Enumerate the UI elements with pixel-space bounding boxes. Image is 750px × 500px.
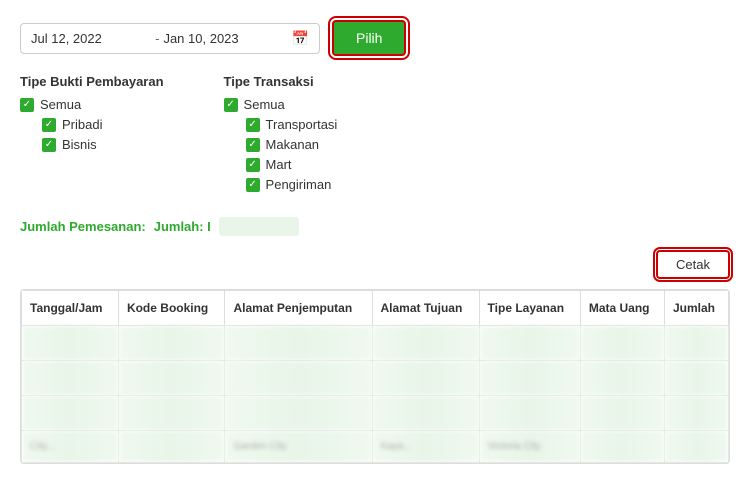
bukti-pribadi[interactable]: Pribadi bbox=[20, 117, 164, 132]
cell-alamat-jemput bbox=[225, 326, 372, 361]
table-row bbox=[22, 396, 729, 431]
cell-partial-7 bbox=[665, 431, 729, 463]
cell-alamat-jemput bbox=[225, 396, 372, 431]
data-table-wrapper: Tanggal/Jam Kode Booking Alamat Penjempu… bbox=[20, 289, 730, 464]
cell-alamat-tujuan bbox=[372, 326, 479, 361]
transaksi-makanan[interactable]: Makanan bbox=[224, 137, 338, 152]
cell-tipe bbox=[479, 396, 580, 431]
filters-section: Tipe Bukti Pembayaran Semua Pribadi Bisn… bbox=[20, 74, 730, 197]
col-tanggal: Tanggal/Jam bbox=[22, 291, 119, 326]
transaksi-semua-label: Semua bbox=[244, 97, 285, 112]
transaksi-makanan-checkbox[interactable] bbox=[246, 138, 260, 152]
cell-mata-uang bbox=[580, 326, 664, 361]
cell-partial-2 bbox=[118, 431, 225, 463]
col-mata-uang: Mata Uang bbox=[580, 291, 664, 326]
calendar-icon: 📅 bbox=[292, 30, 309, 47]
date-filter-row: Jul 12, 2022 - Jan 10, 2023 📅 Pilih bbox=[20, 20, 730, 56]
cetak-button[interactable]: Cetak bbox=[656, 250, 730, 279]
summary-section: Jumlah Pemesanan: Jumlah: I bbox=[20, 217, 730, 236]
col-alamat-jemput: Alamat Penjemputan bbox=[225, 291, 372, 326]
cell-partial-5: Victoria City bbox=[479, 431, 580, 463]
transaksi-mart-label: Mart bbox=[266, 157, 292, 172]
transaksi-filter-group: Tipe Transaksi Semua Transportasi Makana… bbox=[224, 74, 338, 197]
cell-kode bbox=[118, 361, 225, 396]
transaksi-mart-checkbox[interactable] bbox=[246, 158, 260, 172]
col-alamat-tujuan: Alamat Tujuan bbox=[372, 291, 479, 326]
bukti-bisnis-checkbox[interactable] bbox=[42, 138, 56, 152]
data-table: Tanggal/Jam Kode Booking Alamat Penjempu… bbox=[21, 290, 729, 463]
bukti-semua-label: Semua bbox=[40, 97, 81, 112]
table-header-row: Tanggal/Jam Kode Booking Alamat Penjempu… bbox=[22, 291, 729, 326]
cetak-row: Cetak bbox=[20, 250, 730, 279]
cell-tipe bbox=[479, 326, 580, 361]
cell-jumlah bbox=[665, 361, 729, 396]
cell-alamat-tujuan bbox=[372, 396, 479, 431]
cell-partial-6 bbox=[580, 431, 664, 463]
jumlah-pemesanan-label: Jumlah Pemesanan: bbox=[20, 219, 146, 234]
cell-partial-1: City... bbox=[22, 431, 119, 463]
cell-kode bbox=[118, 326, 225, 361]
cell-partial-3: Garden City bbox=[225, 431, 372, 463]
col-jumlah: Jumlah bbox=[665, 291, 729, 326]
transaksi-transportasi-label: Transportasi bbox=[266, 117, 338, 132]
bukti-semua-checkbox[interactable] bbox=[20, 98, 34, 112]
cell-partial-4: Kaya... bbox=[372, 431, 479, 463]
bukti-bisnis[interactable]: Bisnis bbox=[20, 137, 164, 152]
transaksi-filter-title: Tipe Transaksi bbox=[224, 74, 338, 89]
transaksi-transportasi-checkbox[interactable] bbox=[246, 118, 260, 132]
jumlah-label: Jumlah: I bbox=[154, 219, 211, 234]
cell-tanggal bbox=[22, 396, 119, 431]
table-row-partial: City... Garden City Kaya... Victoria Cit… bbox=[22, 431, 729, 463]
transaksi-semua-checkbox[interactable] bbox=[224, 98, 238, 112]
cell-tanggal bbox=[22, 326, 119, 361]
col-kode: Kode Booking bbox=[118, 291, 225, 326]
cell-mata-uang bbox=[580, 361, 664, 396]
transaksi-transportasi[interactable]: Transportasi bbox=[224, 117, 338, 132]
cell-tanggal bbox=[22, 361, 119, 396]
table-row bbox=[22, 326, 729, 361]
bukti-filter-title: Tipe Bukti Pembayaran bbox=[20, 74, 164, 89]
bukti-semua[interactable]: Semua bbox=[20, 97, 164, 112]
pilih-button[interactable]: Pilih bbox=[332, 20, 406, 56]
end-date: Jan 10, 2023 bbox=[163, 31, 283, 46]
bukti-filter-group: Tipe Bukti Pembayaran Semua Pribadi Bisn… bbox=[20, 74, 164, 197]
start-date: Jul 12, 2022 bbox=[31, 31, 151, 46]
jumlah-value bbox=[219, 217, 299, 236]
cell-jumlah bbox=[665, 326, 729, 361]
table-body: City... Garden City Kaya... Victoria Cit… bbox=[22, 326, 729, 463]
cell-alamat-tujuan bbox=[372, 361, 479, 396]
cell-alamat-jemput bbox=[225, 361, 372, 396]
transaksi-makanan-label: Makanan bbox=[266, 137, 319, 152]
transaksi-pengiriman[interactable]: Pengiriman bbox=[224, 177, 338, 192]
col-tipe: Tipe Layanan bbox=[479, 291, 580, 326]
cell-jumlah bbox=[665, 396, 729, 431]
cell-tipe bbox=[479, 361, 580, 396]
transaksi-mart[interactable]: Mart bbox=[224, 157, 338, 172]
bukti-pribadi-label: Pribadi bbox=[62, 117, 102, 132]
transaksi-pengiriman-label: Pengiriman bbox=[266, 177, 332, 192]
transaksi-pengiriman-checkbox[interactable] bbox=[246, 178, 260, 192]
date-range-input[interactable]: Jul 12, 2022 - Jan 10, 2023 📅 bbox=[20, 23, 320, 54]
date-separator: - bbox=[151, 31, 163, 46]
transaksi-semua[interactable]: Semua bbox=[224, 97, 338, 112]
bukti-bisnis-label: Bisnis bbox=[62, 137, 97, 152]
table-row bbox=[22, 361, 729, 396]
bukti-pribadi-checkbox[interactable] bbox=[42, 118, 56, 132]
cell-kode bbox=[118, 396, 225, 431]
cell-mata-uang bbox=[580, 396, 664, 431]
